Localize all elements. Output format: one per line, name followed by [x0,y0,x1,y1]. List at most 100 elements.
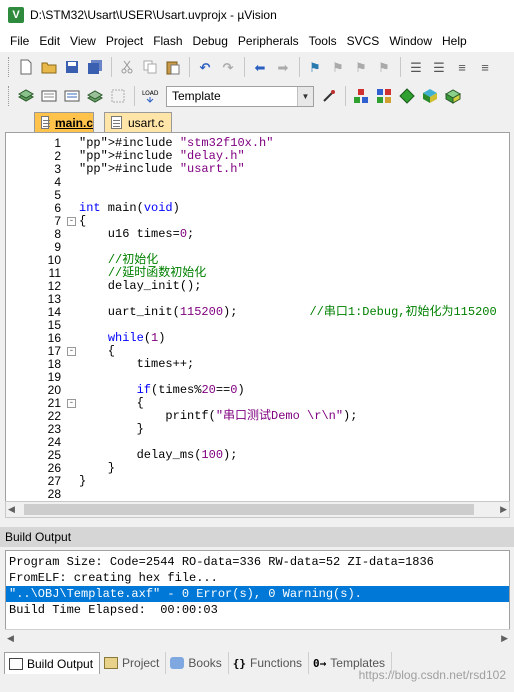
code-text: int main(void) [79,201,180,215]
fold-toggle-icon[interactable]: - [67,399,76,408]
tab-functions[interactable]: {} Functions [229,652,310,674]
line-number: 7 [54,214,61,228]
line-number: 1 [54,136,61,150]
scrollbar-thumb[interactable] [24,504,474,515]
redo-icon[interactable]: ↷ [217,56,239,78]
target-select[interactable]: Template ▼ [166,85,314,107]
tab-label: Functions [250,656,303,670]
line-number: 6 [54,201,61,215]
bookmark-icon[interactable]: ⚑ [304,56,326,78]
navigate-back-icon[interactable]: ⬅ [249,56,271,78]
line-number: 28 [47,487,61,501]
tab-build-output[interactable]: Build Output [4,652,101,674]
fold-toggle-icon[interactable]: - [67,217,76,226]
tab-label: Books [188,656,222,670]
c-file-icon [111,116,122,129]
rebuild-icon[interactable] [61,85,83,107]
line-number: 3 [54,162,61,176]
line-number: 4 [54,175,61,189]
toolbar-separator [299,57,300,77]
scroll-left-icon[interactable]: ◀ [8,504,15,515]
output-horizontal-scrollbar[interactable]: ◀ ▶ [5,629,510,647]
build-icon[interactable] [38,85,60,107]
chevron-down-icon[interactable]: ▼ [297,86,313,106]
editor-horizontal-scrollbar[interactable]: ◀ ▶ [5,501,510,518]
build-output-icon [9,657,23,670]
code-text: delay_init(); [79,279,202,293]
select-pack-icon[interactable] [396,85,418,107]
toolbar-grip[interactable] [8,57,11,77]
navigate-forward-icon[interactable]: ➡ [272,56,294,78]
file-toolbar: ↶ ↷ ⬅ ➡ ⚑ ⚑ ⚑ ⚑ ☰ ☰ ≡ ≡ [0,53,514,81]
toolbar-grip[interactable] [8,86,11,106]
toolbar-separator [345,86,346,106]
batch-build-icon[interactable] [84,85,106,107]
translate-icon[interactable] [15,85,37,107]
uvision-app-icon[interactable]: V [8,7,24,23]
clear-bookmarks-icon[interactable]: ⚑ [373,56,395,78]
output-line-selected[interactable]: "..\OBJ\Template.axf" - 0 Error(s), 0 Wa… [6,586,509,602]
download-load-icon[interactable]: LOAD [139,85,161,107]
scroll-right-icon[interactable]: ▶ [501,633,508,644]
menu-project[interactable]: Project [101,34,148,48]
save-icon[interactable] [61,56,83,78]
code-text: } [79,474,87,488]
next-bookmark-icon[interactable]: ⚑ [350,56,372,78]
project-icon [104,657,119,669]
menu-help[interactable]: Help [437,34,472,48]
uncomment-icon[interactable]: ≡ [474,56,496,78]
paste-icon[interactable] [162,56,184,78]
copy-icon[interactable] [139,56,161,78]
file-extensions-icon[interactable] [373,85,395,107]
target-select-value: Template [172,89,221,103]
tab-project[interactable]: Project [100,652,167,674]
indent-icon[interactable]: ☰ [405,56,427,78]
scroll-right-icon[interactable]: ▶ [500,504,507,515]
menu-window[interactable]: Window [384,34,437,48]
code-text: "pp">#include "usart.h" [79,162,245,176]
window-title: D:\STM32\Usart\USER\Usart.uvprojx - µVis… [30,8,277,22]
target-options-icon[interactable] [318,85,340,107]
menu-file[interactable]: File [5,34,34,48]
tab-main-c[interactable]: main.c [34,112,94,132]
cut-icon[interactable] [116,56,138,78]
tab-books[interactable]: Books [166,652,229,674]
menu-view[interactable]: View [65,34,101,48]
unindent-icon[interactable]: ☰ [428,56,450,78]
pack-installer-icon[interactable] [419,85,441,107]
toolbar-separator [111,57,112,77]
menu-tools[interactable]: Tools [304,34,342,48]
line-number: 8 [54,227,61,241]
tab-usart-c[interactable]: usart.c [104,112,172,132]
code-editor[interactable]: 1 "pp">#include "stm32f10x.h" 2 "pp">#inclu… [5,132,510,518]
title-bar: V D:\STM32\Usart\USER\Usart.uvprojx - µV… [0,0,514,30]
save-all-icon[interactable] [84,56,106,78]
tab-label: Build Output [27,656,94,671]
code-text: times++; [79,357,195,371]
svg-text:LOAD: LOAD [142,90,159,97]
menu-svcs[interactable]: SVCS [342,34,385,48]
menu-flash[interactable]: Flash [148,34,187,48]
editor-tab-bar: main.c usart.c [0,110,514,132]
fold-toggle-icon[interactable]: - [67,347,76,356]
open-folder-icon[interactable] [38,56,60,78]
tab-label: usart.c [128,115,165,130]
menu-edit[interactable]: Edit [34,34,65,48]
output-line[interactable]: Program Size: Code=2544 RO-data=336 RW-d… [6,554,509,570]
tab-label: main.c [54,115,93,130]
menu-peripherals[interactable]: Peripherals [233,34,304,48]
manage-components-icon[interactable] [350,85,372,107]
prev-bookmark-icon[interactable]: ⚑ [327,56,349,78]
toolbar-separator [134,86,135,106]
toolbar-separator [400,57,401,77]
run-time-environment-icon[interactable] [442,85,464,107]
scroll-left-icon[interactable]: ◀ [7,633,14,644]
undo-icon[interactable]: ↶ [194,56,216,78]
menu-debug[interactable]: Debug [188,34,233,48]
output-line[interactable]: Build Time Elapsed: 00:00:03 [6,602,509,618]
comment-icon[interactable]: ≡ [451,56,473,78]
new-file-icon[interactable] [15,56,37,78]
output-line[interactable]: FromELF: creating hex file... [6,570,509,586]
stop-build-icon[interactable] [107,85,129,107]
c-file-icon [41,116,50,129]
